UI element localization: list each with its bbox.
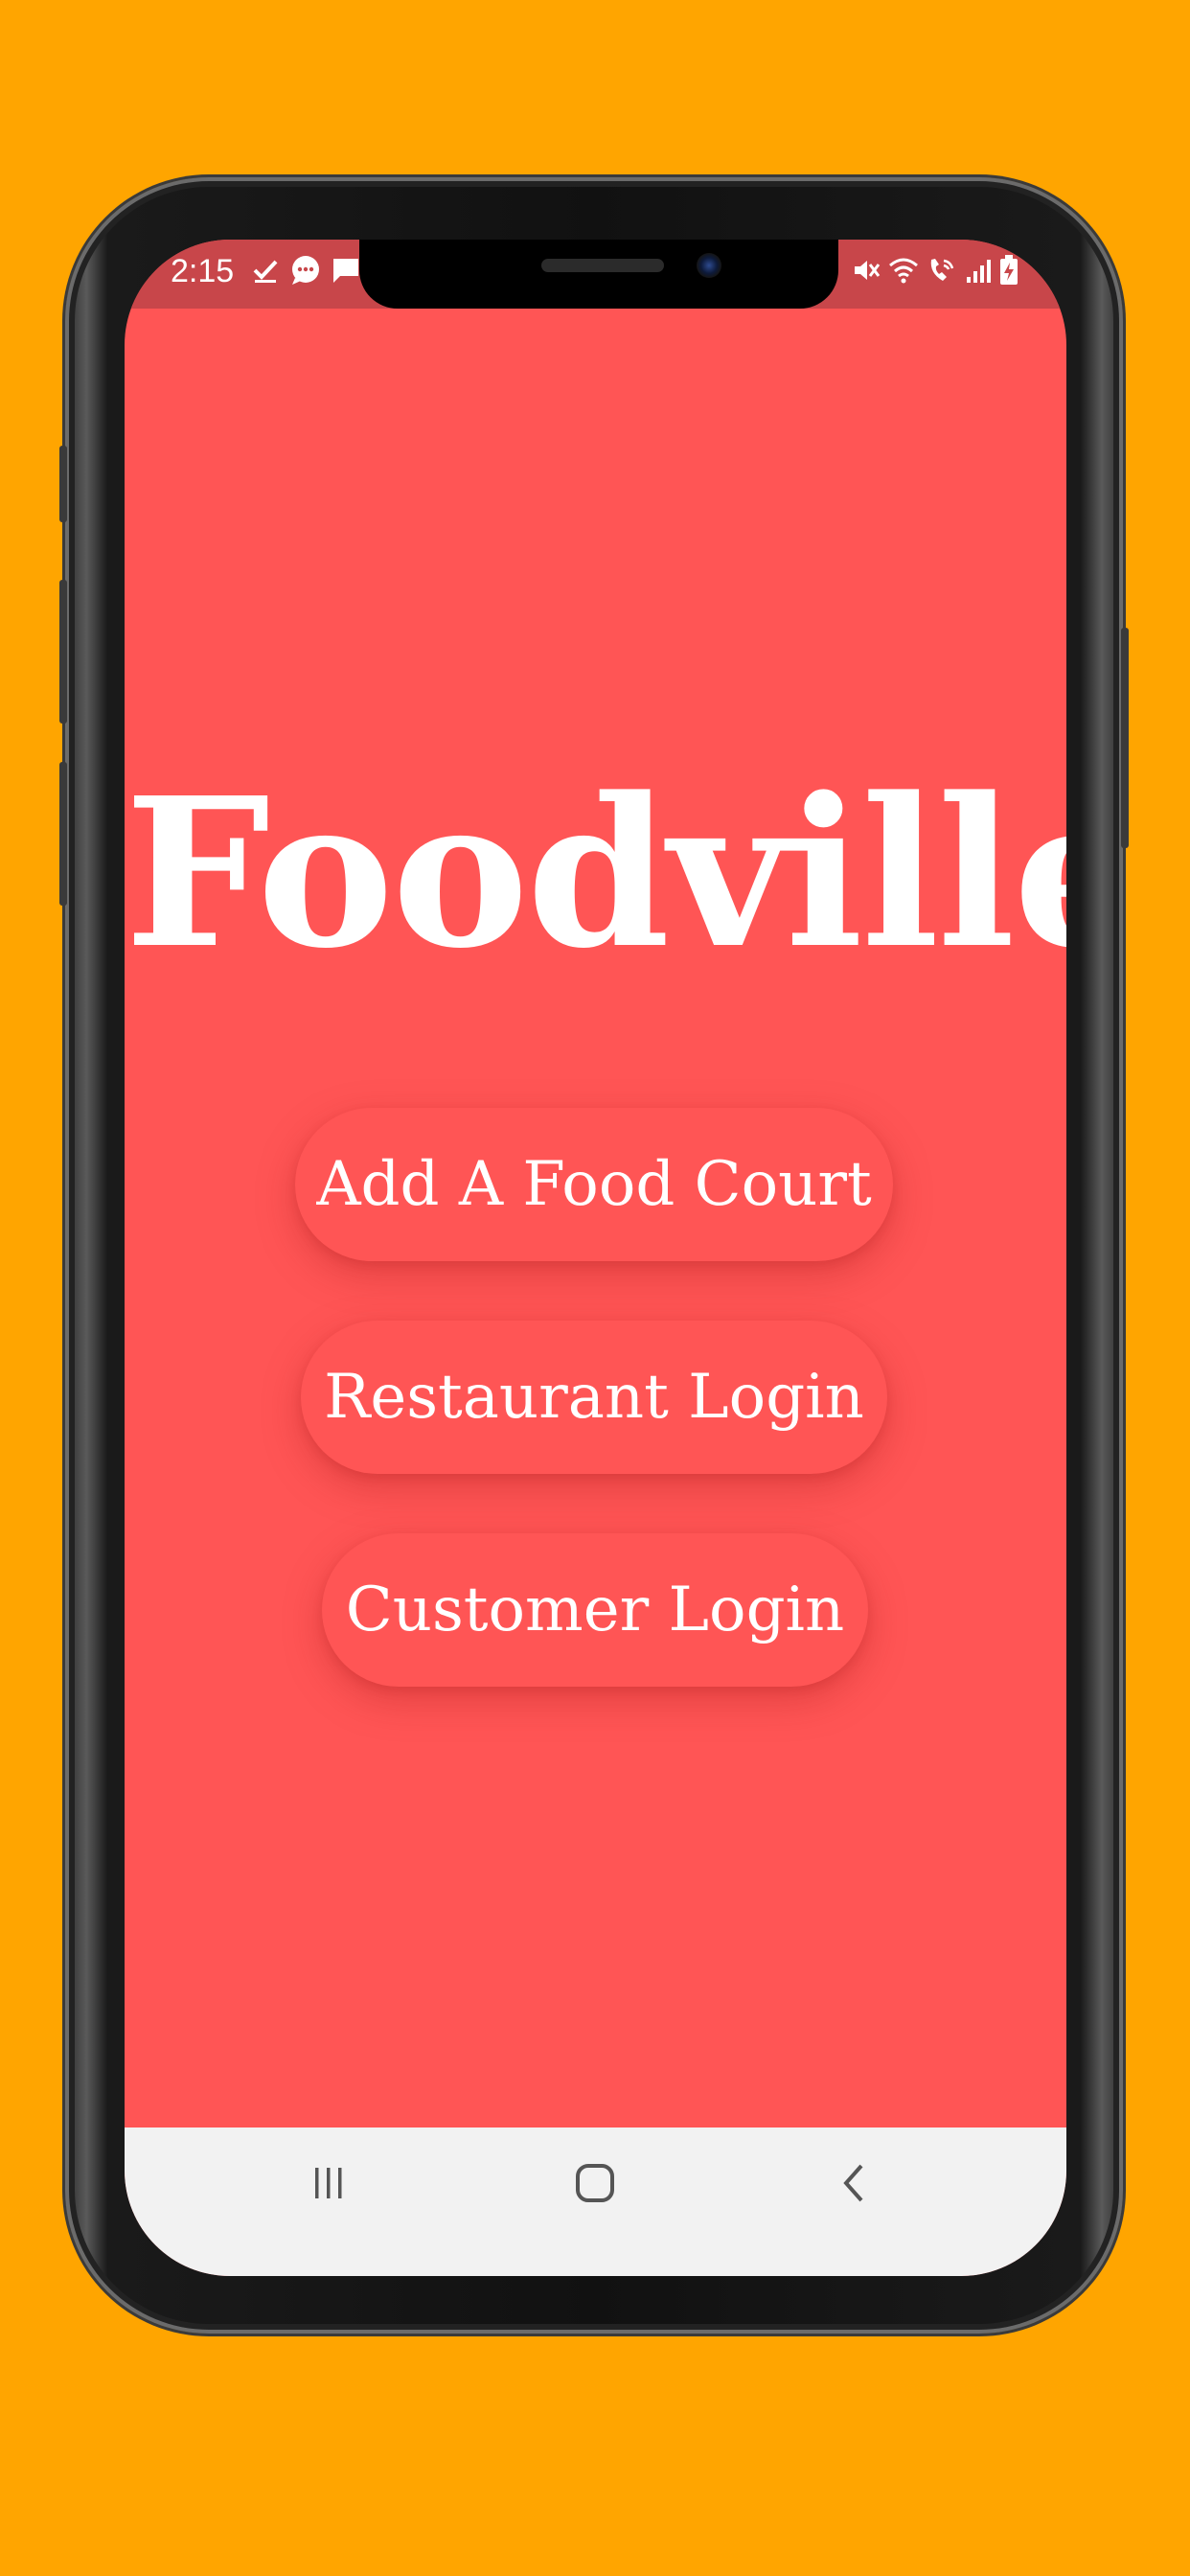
add-food-court-button[interactable]: Add A Food Court bbox=[295, 1108, 893, 1261]
wifi-icon bbox=[888, 256, 919, 291]
bixby-button-frame bbox=[59, 762, 67, 906]
app-title: Foodville bbox=[125, 753, 1066, 994]
restaurant-login-label: Restaurant Login bbox=[324, 1362, 864, 1433]
back-icon[interactable] bbox=[811, 2145, 897, 2221]
add-food-court-label: Add A Food Court bbox=[316, 1149, 872, 1220]
camera-notch bbox=[359, 240, 838, 309]
customer-login-label: Customer Login bbox=[345, 1575, 845, 1645]
wifi-call-icon bbox=[927, 256, 957, 291]
customer-login-button[interactable]: Customer Login bbox=[322, 1533, 868, 1687]
power-button-frame bbox=[1121, 628, 1129, 848]
status-right-icons bbox=[852, 255, 1018, 292]
status-time: 2:15 bbox=[171, 253, 235, 289]
battery-charging-icon bbox=[999, 255, 1018, 292]
signal-icon bbox=[965, 256, 992, 291]
mute-icon bbox=[852, 256, 881, 291]
volume-down-button-frame bbox=[59, 580, 67, 724]
home-icon[interactable] bbox=[552, 2145, 638, 2221]
restaurant-login-button[interactable]: Restaurant Login bbox=[301, 1321, 887, 1474]
recents-icon[interactable] bbox=[286, 2145, 372, 2221]
navigation-bar bbox=[125, 2128, 1066, 2276]
volume-up-button-frame bbox=[59, 446, 67, 522]
message-icon bbox=[332, 256, 360, 292]
earpiece-speaker bbox=[541, 259, 664, 272]
front-camera bbox=[697, 253, 721, 278]
check-icon bbox=[251, 256, 280, 292]
chat-bubble-icon bbox=[289, 255, 322, 293]
status-left-icons bbox=[251, 255, 360, 293]
phone-screen: 2:15 Foodville Add A Food Court Restaura… bbox=[125, 240, 1066, 2276]
